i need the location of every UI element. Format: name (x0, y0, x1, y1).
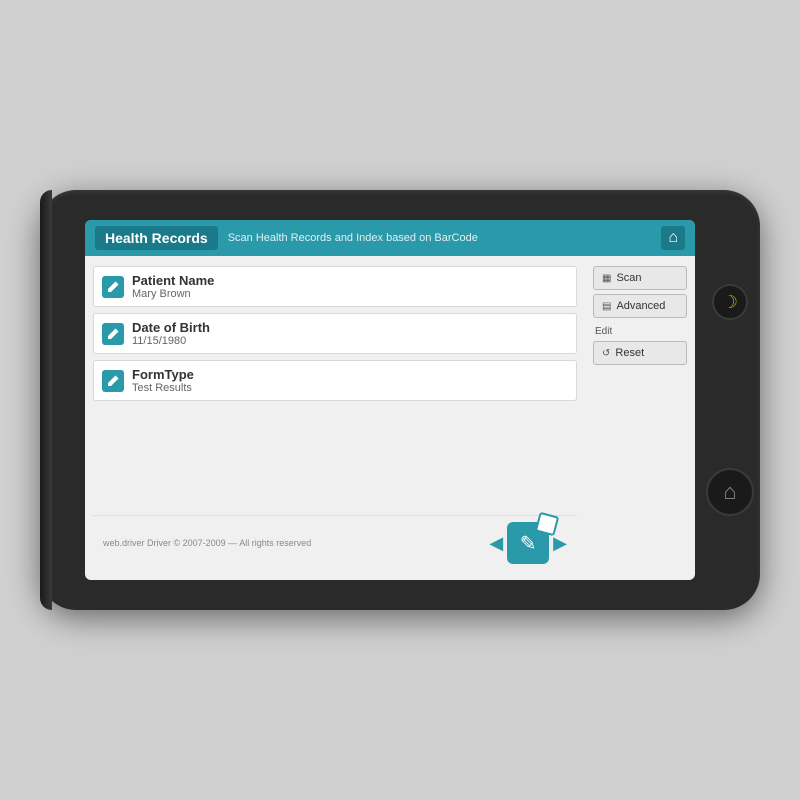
screen-body: Patient Name Mary Brown Date of Birth 11… (85, 256, 695, 580)
edit-section-label: Edit (593, 326, 687, 337)
fields-area: Patient Name Mary Brown Date of Birth 11… (85, 256, 585, 580)
moon-icon: ☽ (722, 292, 738, 313)
device-right-controls: ☽ ⌂ (700, 190, 760, 610)
reset-button-label: Reset (615, 347, 644, 359)
footer-logo: web.driver Driver © 2007-2009 — All righ… (103, 538, 311, 548)
edit-icon-dob (106, 327, 120, 341)
scan-button-icon: ▦ (602, 273, 611, 284)
field-value-date-of-birth: 11/15/1980 (132, 335, 210, 347)
app-title: Health Records (95, 226, 218, 250)
edit-icon-formtype (106, 374, 120, 388)
field-row-form-type[interactable]: FormType Test Results (93, 360, 577, 401)
app-header: Health Records Scan Health Records and I… (85, 220, 695, 256)
device-left-edge (40, 190, 52, 610)
app-subtitle: Scan Health Records and Index based on B… (228, 232, 662, 244)
field-content-date-of-birth: Date of Birth 11/15/1980 (132, 320, 210, 347)
device: Health Records Scan Health Records and I… (40, 190, 760, 610)
advanced-button-icon: ▤ (602, 301, 611, 312)
scan-thumb-icon: ✎ (520, 531, 537, 556)
home-icon: ⌂ (723, 479, 736, 505)
scan-button[interactable]: ▦ Scan (593, 266, 687, 290)
field-content-form-type: FormType Test Results (132, 367, 194, 394)
field-label-patient-name: Patient Name (132, 273, 214, 288)
sidebar: ▦ Scan ▤ Advanced Edit ↺ Reset (585, 256, 695, 580)
nav-right-arrow[interactable]: ▶ (553, 534, 567, 552)
edit-icon (106, 280, 120, 294)
home-button[interactable]: ⌂ (706, 468, 754, 516)
reset-button[interactable]: ↺ Reset (593, 341, 687, 365)
nav-arrows: ◀ ✎ ▶ (489, 522, 567, 564)
header-home-icon[interactable]: ⌂ (661, 226, 685, 250)
screen: Health Records Scan Health Records and I… (85, 220, 695, 580)
field-row-date-of-birth[interactable]: Date of Birth 11/15/1980 (93, 313, 577, 354)
reset-button-icon: ↺ (602, 348, 610, 359)
field-value-form-type: Test Results (132, 382, 194, 394)
scan-thumbnail[interactable]: ✎ (507, 522, 549, 564)
field-value-patient-name: Mary Brown (132, 288, 214, 300)
field-icon-patient-name (102, 276, 124, 298)
field-content-patient-name: Patient Name Mary Brown (132, 273, 214, 300)
nav-left-arrow[interactable]: ◀ (489, 534, 503, 552)
advanced-button[interactable]: ▤ Advanced (593, 294, 687, 318)
field-label-form-type: FormType (132, 367, 194, 382)
field-icon-date-of-birth (102, 323, 124, 345)
scan-button-label: Scan (616, 272, 641, 284)
field-row-patient-name[interactable]: Patient Name Mary Brown (93, 266, 577, 307)
moon-button[interactable]: ☽ (712, 284, 748, 320)
field-label-date-of-birth: Date of Birth (132, 320, 210, 335)
footer-area: web.driver Driver © 2007-2009 — All righ… (93, 515, 577, 570)
field-icon-form-type (102, 370, 124, 392)
advanced-button-label: Advanced (616, 300, 665, 312)
